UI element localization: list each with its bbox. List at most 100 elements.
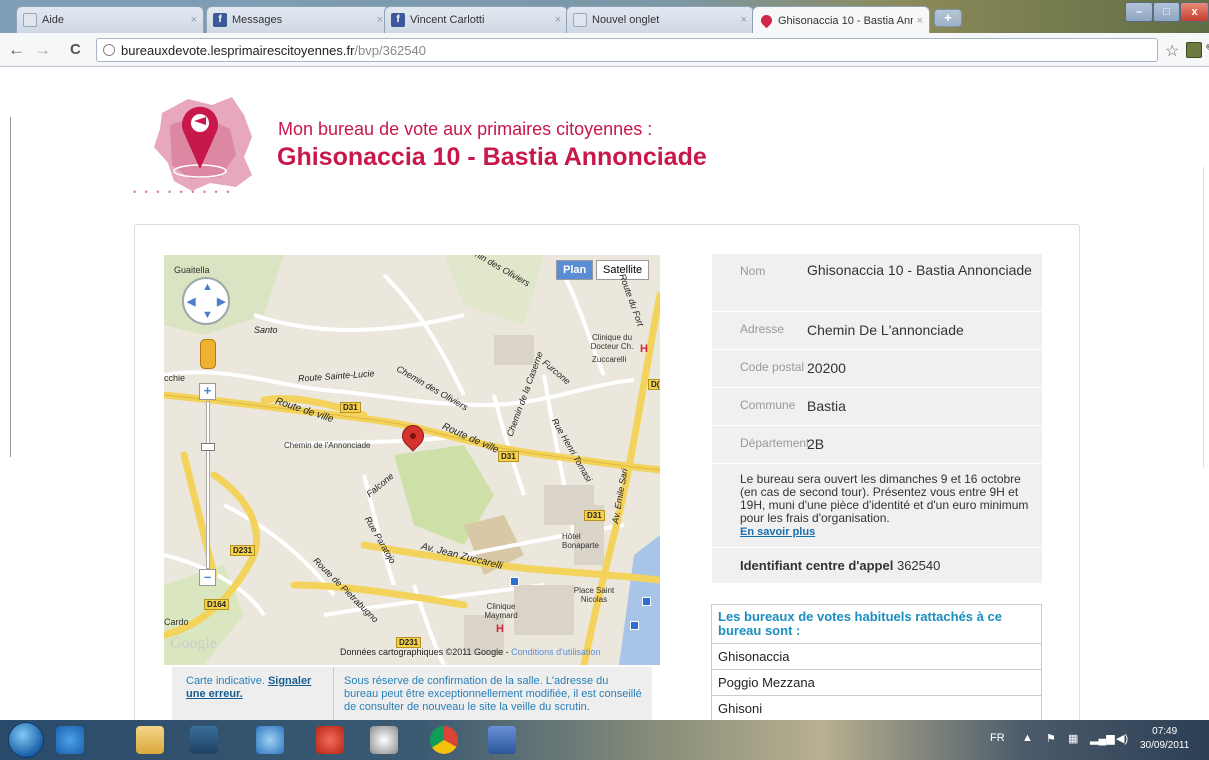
clock-app-icon[interactable] bbox=[370, 726, 398, 754]
pan-down-icon[interactable]: ▼ bbox=[202, 309, 213, 321]
pan-right-icon[interactable]: ▶ bbox=[217, 295, 225, 308]
pan-left-icon[interactable]: ◀ bbox=[187, 295, 195, 308]
tab-nouvel-onglet[interactable]: Nouvel onglet × bbox=[566, 6, 754, 33]
tab-title: Nouvel onglet bbox=[592, 14, 660, 26]
tab-messages[interactable]: f Messages × bbox=[206, 6, 390, 33]
zoom-slider-track[interactable] bbox=[206, 401, 210, 569]
action-center-flag-icon[interactable]: ⚑ bbox=[1046, 732, 1056, 745]
close-tab-icon[interactable]: × bbox=[917, 15, 923, 27]
show-hidden-icons-icon[interactable]: ▲ bbox=[1022, 732, 1033, 744]
url-path: /bvp/362540 bbox=[354, 42, 426, 58]
tab-title: Vincent Carlotti bbox=[410, 14, 485, 26]
media-player-icon[interactable] bbox=[190, 726, 218, 754]
forward-button[interactable]: → bbox=[34, 40, 51, 60]
map-terms-link[interactable]: Conditions d'utilisation bbox=[511, 647, 600, 657]
tab-ghisonaccia[interactable]: Ghisonaccia 10 - Bastia Ann × bbox=[752, 6, 930, 34]
url-host: bureauxdevote.lesprimairescitoyennes.fr bbox=[121, 42, 355, 58]
extension-icon[interactable] bbox=[1186, 42, 1202, 58]
windows-taskbar: FR ▲ ⚑ ▦ ▂▄▆ ◀) 07:49 30/09/2011 bbox=[0, 720, 1209, 760]
close-tab-icon[interactable]: × bbox=[377, 14, 383, 26]
opening-hours-note: Le bureau sera ouvert les dimanches 9 et… bbox=[712, 464, 1042, 548]
google-logo: Google bbox=[170, 635, 218, 652]
map-type-plan-button[interactable]: Plan bbox=[556, 260, 594, 280]
facebook-icon: f bbox=[213, 13, 227, 27]
tab-title: Aide bbox=[42, 14, 65, 26]
tab-title: Messages bbox=[232, 14, 283, 26]
info-value: 2B bbox=[807, 436, 825, 452]
info-label: Adresse bbox=[740, 322, 785, 336]
page-icon bbox=[573, 13, 587, 27]
zoom-slider-thumb[interactable] bbox=[201, 443, 215, 451]
call-center-id-value: 362540 bbox=[896, 558, 941, 573]
reload-button[interactable]: C bbox=[70, 41, 81, 58]
list-item: Ghisonaccia bbox=[712, 644, 1041, 670]
facebook-icon: f bbox=[391, 13, 405, 27]
road-shield: D31 bbox=[584, 510, 605, 521]
map-copyright: Données cartographiques ©2011 Google - C… bbox=[340, 647, 600, 657]
info-value: Chemin De L'annonciade bbox=[807, 322, 964, 338]
divider bbox=[10, 117, 11, 457]
road-shield: D164 bbox=[204, 599, 230, 610]
wrench-icon[interactable]: ✎ bbox=[1205, 41, 1209, 58]
tab-vincent-carlotti[interactable]: f Vincent Carlotti × bbox=[384, 6, 568, 33]
zoom-in-button[interactable]: + bbox=[199, 383, 216, 400]
pan-up-icon[interactable]: ▲ bbox=[202, 281, 213, 293]
system-clock[interactable]: 07:49 30/09/2011 bbox=[1140, 725, 1189, 753]
pin-app-icon[interactable] bbox=[316, 726, 344, 754]
map-note-text: Carte indicative. bbox=[186, 675, 268, 687]
list-item: Poggio Mezzana bbox=[712, 670, 1041, 696]
close-tab-icon[interactable]: × bbox=[555, 14, 561, 26]
map-note-disclaimer: Sous réserve de confirmation de la salle… bbox=[344, 675, 642, 713]
map-note-indicative: Carte indicative. Signaler une erreur. bbox=[172, 667, 334, 720]
start-button[interactable] bbox=[8, 722, 44, 758]
bus-stop-icon bbox=[510, 577, 519, 586]
map-place-label: Hôtel Bonaparte bbox=[562, 532, 599, 550]
new-tab-button[interactable]: + bbox=[934, 9, 962, 27]
close-tab-icon[interactable]: × bbox=[741, 14, 747, 26]
map-place-label: Clinique Maymard bbox=[484, 602, 518, 620]
messenger-icon[interactable] bbox=[256, 726, 284, 754]
globe-icon bbox=[103, 44, 115, 56]
close-tab-icon[interactable]: × bbox=[191, 14, 197, 26]
network-icon[interactable]: ▦ bbox=[1068, 732, 1078, 745]
call-center-id-label: Identifiant centre d'appel bbox=[740, 558, 894, 573]
tab-aide[interactable]: Aide × bbox=[16, 6, 204, 33]
bus-stop-icon bbox=[630, 621, 639, 630]
internet-explorer-icon[interactable] bbox=[56, 726, 84, 754]
pan-control[interactable]: ▲ ◀ ▶ ▼ bbox=[182, 277, 230, 325]
info-label: Commune bbox=[740, 398, 796, 412]
street-view-pegman-icon[interactable] bbox=[200, 339, 216, 369]
map-place-label: Guaitella bbox=[174, 265, 210, 275]
clock-time: 07:49 bbox=[1152, 726, 1178, 737]
info-label: Nom bbox=[740, 264, 766, 278]
bus-stop-icon bbox=[642, 597, 651, 606]
signal-icon[interactable]: ▂▄▆ bbox=[1090, 732, 1115, 745]
google-map[interactable]: Plan Satellite ▲ ◀ ▶ ▼ + – Guaitella cch… bbox=[164, 255, 660, 665]
attached-bureaux-title: Les bureaux de votes habituels rattachés… bbox=[712, 605, 1041, 644]
map-notes: Carte indicative. Signaler une erreur. S… bbox=[172, 667, 652, 720]
road-shield: D31 bbox=[498, 451, 519, 462]
info-value: Ghisonaccia 10 - Bastia Annonciade bbox=[807, 262, 1032, 278]
chrome-icon[interactable] bbox=[430, 726, 458, 754]
minimize-button[interactable]: – bbox=[1125, 2, 1153, 22]
browser-tabstrip: Aide × f Messages × f Vincent Carlotti ×… bbox=[0, 0, 1209, 34]
logo-tagline: • • • • • • • • • bbox=[133, 187, 233, 197]
language-indicator[interactable]: FR bbox=[990, 732, 1005, 744]
zoom-out-button[interactable]: – bbox=[199, 569, 216, 586]
word-icon[interactable] bbox=[488, 726, 516, 754]
file-explorer-icon[interactable] bbox=[136, 726, 164, 754]
maximize-button[interactable]: □ bbox=[1153, 2, 1180, 22]
close-window-button[interactable]: x bbox=[1180, 2, 1209, 22]
address-bar[interactable]: bureauxdevote.lesprimairescitoyennes.fr /… bbox=[96, 38, 1158, 62]
map-place-label: Place Saint Nicolas bbox=[573, 586, 615, 604]
learn-more-link[interactable]: En savoir plus bbox=[740, 526, 815, 538]
road-shield: D31 bbox=[340, 402, 361, 413]
map-place-label: Clinique du Docteur Ch. bbox=[590, 333, 634, 351]
bookmark-star-icon[interactable]: ☆ bbox=[1165, 41, 1179, 61]
back-button[interactable]: ← bbox=[8, 40, 25, 60]
info-value: 20200 bbox=[807, 360, 846, 376]
info-label: Département bbox=[740, 436, 810, 450]
map-place-label: Santo bbox=[254, 325, 278, 335]
volume-icon[interactable]: ◀) bbox=[1116, 732, 1128, 745]
road-shield: D231 bbox=[230, 545, 256, 556]
